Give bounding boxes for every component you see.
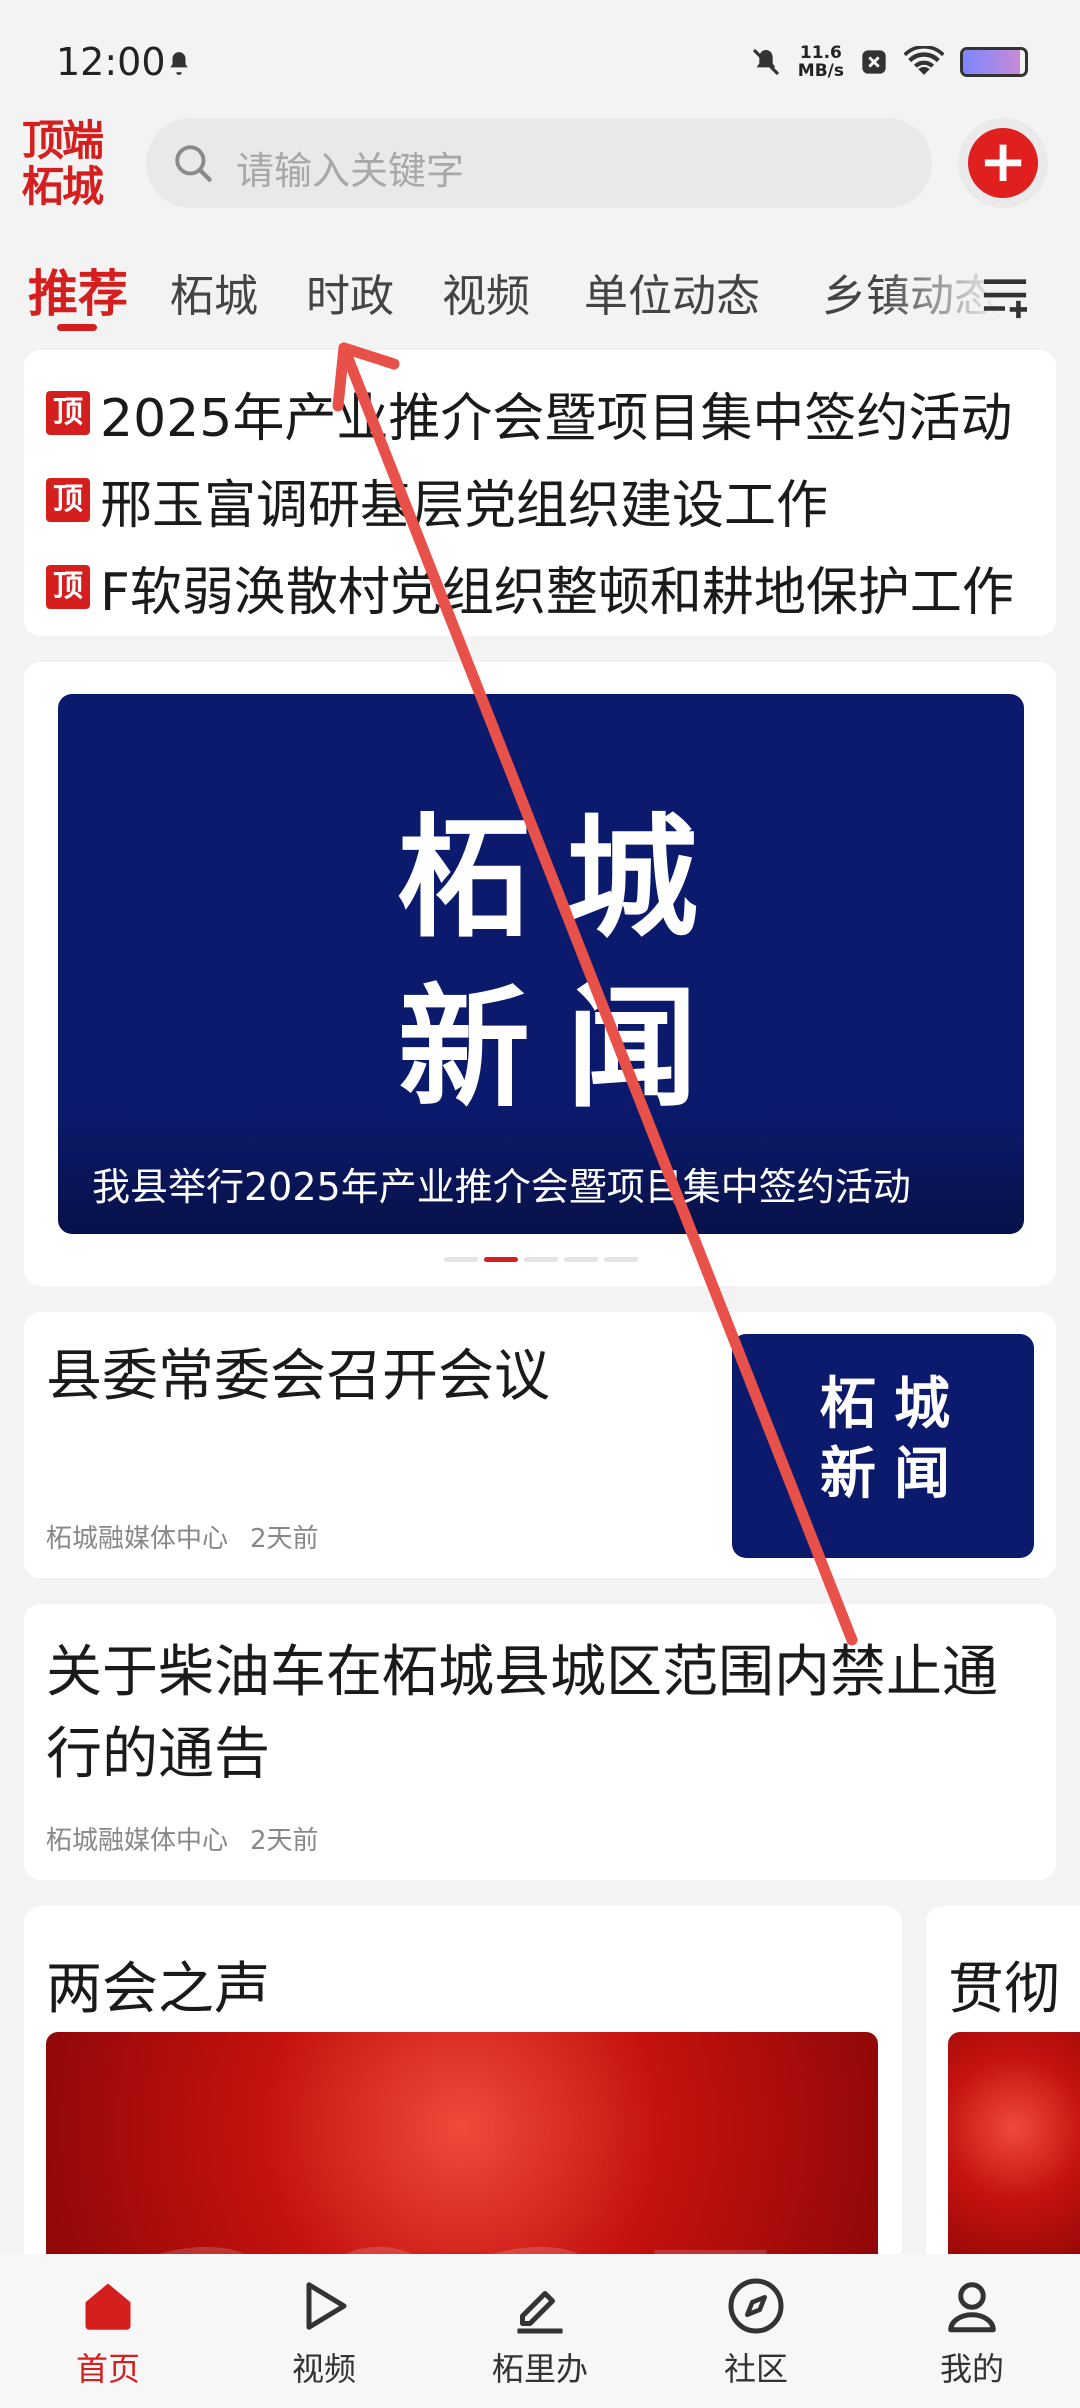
active-tab-indicator — [57, 324, 97, 331]
banner-caption: 我县举行2025年产业推介会暨项目集中签约活动 — [92, 1165, 911, 1209]
logo-mark: 顶端 柘城 — [22, 116, 106, 211]
thumbnail-title: 柘城 新闻 — [820, 1370, 968, 1510]
news-title: 关于柴油车在柘城县城区范围内禁止通 行的通告 — [46, 1632, 998, 1796]
headline-text: 2025年产业推介会暨项目集中签约活动 — [100, 388, 1013, 449]
nav-label: 视频 — [291, 2350, 356, 2388]
carousel-dot — [604, 1257, 638, 1262]
nav-home[interactable]: 首页 — [38, 2276, 178, 2390]
home-icon — [85, 2283, 131, 2330]
carousel-dot-active — [484, 1257, 518, 1262]
headline-item[interactable]: 顶 F软弱涣散村党组织整顿和耕地保护工作 — [46, 552, 1056, 622]
nav-video[interactable]: 视频 — [254, 2276, 394, 2390]
carousel-dots — [444, 1257, 638, 1262]
headline-item[interactable]: 顶 2025年产业推介会暨项目集中签约活动 — [46, 378, 1056, 448]
search-bar[interactable]: 请输入关键字 — [146, 118, 932, 208]
banner-title-line1: 柘城 — [398, 802, 734, 956]
news-title-line1: 关于柴油车在柘城县城区范围内禁止通 — [46, 1640, 998, 1705]
headline-badge: 顶 — [46, 391, 90, 435]
news-meta: 柘城融媒体中心 2天前 — [46, 1820, 319, 1857]
nav-community[interactable]: 社区 — [686, 2276, 826, 2390]
compass-icon — [728, 2278, 784, 2334]
add-button[interactable]: + — [958, 118, 1048, 208]
channel-tabs: 推荐 柘城 时政 视频 单位动态 乡镇动态 — [0, 252, 1080, 332]
play-icon — [306, 2282, 347, 2330]
user-icon — [948, 2282, 996, 2333]
news-source: 柘城融媒体中心 — [46, 1826, 229, 1856]
headline-item[interactable]: 顶 邢玉富调研基层党组织建设工作 — [46, 465, 1056, 535]
banner-title: 柘城 新闻 — [398, 794, 734, 1134]
news-time: 2天前 — [250, 1826, 319, 1856]
news-source: 柘城融媒体中心 — [46, 1524, 229, 1554]
edit-icon — [517, 2291, 563, 2334]
nav-label: 社区 — [723, 2350, 788, 2388]
thumbnail-title-line1: 柘城 — [820, 1372, 968, 1437]
search-icon — [175, 145, 212, 182]
network-speed: 11.6 MB/s — [798, 44, 844, 80]
wifi-icon — [904, 46, 944, 75]
svg-text:柘城: 柘城 — [22, 162, 104, 207]
status-time: 12:00 — [56, 40, 166, 84]
channel-menu-icon[interactable] — [980, 274, 1030, 320]
nav-label: 柘里办 — [491, 2350, 588, 2388]
nav-zheliban[interactable]: 柘里办 — [470, 2276, 610, 2390]
battery-icon — [960, 47, 1028, 77]
thumbnail-title-line2: 新闻 — [820, 1442, 968, 1507]
status-icons: 11.6 MB/s — [750, 40, 1028, 84]
news-title: 县委常委会召开会议 — [46, 1344, 550, 1409]
network-speed-value: 11.6 — [799, 43, 842, 63]
bell-icon — [170, 52, 188, 75]
special-title: 贯彻 — [948, 1957, 1060, 2022]
news-thumbnail: 柘城 新闻 — [732, 1334, 1034, 1558]
bottom-nav: 首页 视频 柘里办 社区 我的 — [0, 2254, 1080, 2408]
network-speed-unit: MB/s — [797, 61, 844, 81]
carousel-banner[interactable]: 柘城 新闻 我县举行2025年产业推介会暨项目集中签约活动 — [58, 694, 1024, 1234]
app-logo[interactable]: 顶端 柘城 — [22, 115, 122, 211]
mute-icon — [752, 48, 779, 76]
tab-politics[interactable]: 时政 — [306, 260, 394, 324]
tab-recommend[interactable]: 推荐 — [28, 254, 128, 326]
nav-label: 我的 — [939, 2350, 1004, 2388]
headline-badge: 顶 — [46, 565, 90, 609]
headline-text: 邢玉富调研基层党组织建设工作 — [100, 475, 829, 536]
status-bar: 12:00 11.6 MB/s — [0, 0, 1080, 120]
plus-icon: + — [968, 128, 1038, 198]
carousel-dot — [564, 1257, 598, 1262]
search-placeholder: 请输入关键字 — [236, 149, 465, 193]
special-title: 两会之声 — [46, 1957, 270, 2022]
news-time: 2天前 — [250, 1524, 319, 1554]
special-image — [948, 2032, 1080, 2272]
headline-badge: 顶 — [46, 478, 90, 522]
carousel-dot — [444, 1257, 478, 1262]
tab-video[interactable]: 视频 — [442, 260, 530, 324]
carousel-dot — [524, 1257, 558, 1262]
special-image: 2025 — [46, 2032, 878, 2272]
tab-zhecheng[interactable]: 柘城 — [170, 260, 258, 324]
nav-mine[interactable]: 我的 — [902, 2276, 1042, 2390]
svg-text:顶端: 顶端 — [22, 116, 103, 165]
tab-unit-news[interactable]: 单位动态 — [584, 260, 760, 324]
close-box-icon — [862, 50, 886, 74]
nav-label: 首页 — [75, 2350, 140, 2388]
news-meta: 柘城融媒体中心 2天前 — [46, 1518, 319, 1555]
headline-text: F软弱涣散村党组织整顿和耕地保护工作 — [100, 562, 1014, 623]
news-title-line2: 行的通告 — [46, 1722, 270, 1787]
